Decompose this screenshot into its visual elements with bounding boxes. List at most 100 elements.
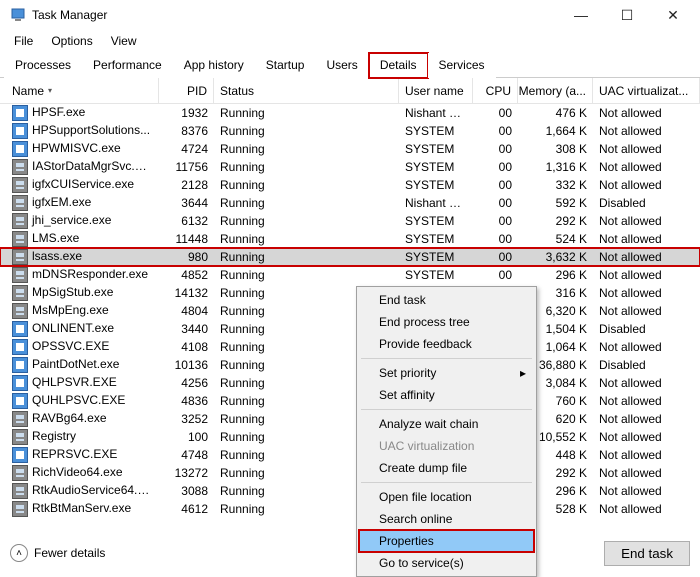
- titlebar[interactable]: Task Manager — ☐ ✕: [0, 0, 700, 30]
- process-icon: [12, 483, 28, 499]
- process-cpu: 00: [473, 178, 518, 192]
- ctx-feedback[interactable]: Provide feedback: [359, 333, 534, 355]
- process-pid: 11448: [159, 232, 214, 246]
- menu-options[interactable]: Options: [43, 32, 100, 50]
- table-row[interactable]: IAStorDataMgrSvc.exe11756RunningSYSTEM00…: [0, 158, 700, 176]
- tab-startup[interactable]: Startup: [255, 53, 316, 78]
- process-icon: [12, 501, 28, 517]
- process-status: Running: [214, 214, 399, 228]
- ctx-gotosvc[interactable]: Go to service(s): [359, 552, 534, 574]
- tab-services[interactable]: Services: [428, 53, 496, 78]
- process-user: SYSTEM: [399, 268, 473, 282]
- process-mem: 592 K: [518, 196, 593, 210]
- table-row[interactable]: ONLINENT.exe3440Running1,504 KDisabled: [0, 320, 700, 338]
- table-row[interactable]: OPSSVC.EXE4108Running1,064 KNot allowed: [0, 338, 700, 356]
- col-uac[interactable]: UAC virtualizat...: [593, 78, 700, 103]
- process-cpu: 00: [473, 106, 518, 120]
- col-pid[interactable]: PID: [159, 78, 214, 103]
- col-status[interactable]: Status: [214, 78, 399, 103]
- table-row[interactable]: QHLPSVR.EXE4256Running3,084 KNot allowed: [0, 374, 700, 392]
- table-row[interactable]: mDNSResponder.exe4852RunningSYSTEM00296 …: [0, 266, 700, 284]
- process-pid: 980: [159, 250, 214, 264]
- process-name: IAStorDataMgrSvc.exe: [32, 159, 154, 173]
- ctx-endtree[interactable]: End process tree: [359, 311, 534, 333]
- process-icon: [12, 195, 28, 211]
- table-row[interactable]: QUHLPSVC.EXE4836Running760 KNot allowed: [0, 392, 700, 410]
- process-pid: 3440: [159, 322, 214, 336]
- process-uac: Not allowed: [593, 142, 700, 156]
- table-row[interactable]: RAVBg64.exe3252Running620 KNot allowed: [0, 410, 700, 428]
- process-user: SYSTEM: [399, 178, 473, 192]
- maximize-button[interactable]: ☐: [604, 0, 650, 30]
- process-status: Running: [214, 196, 399, 210]
- table-row[interactable]: REPRSVC.EXE4748Running448 KNot allowed: [0, 446, 700, 464]
- ctx-affinity[interactable]: Set affinity: [359, 384, 534, 406]
- table-row[interactable]: RtkBtManServ.exe4612Running528 KNot allo…: [0, 500, 700, 518]
- process-pid: 3088: [159, 484, 214, 498]
- process-cpu: 00: [473, 232, 518, 246]
- table-row[interactable]: MpSigStub.exe14132Running316 KNot allowe…: [0, 284, 700, 302]
- ctx-dump[interactable]: Create dump file: [359, 457, 534, 479]
- menu-file[interactable]: File: [6, 32, 41, 50]
- tab-performance[interactable]: Performance: [82, 53, 173, 78]
- tab-details[interactable]: Details: [369, 53, 428, 78]
- table-row[interactable]: HPWMISVC.exe4724RunningSYSTEM00308 KNot …: [0, 140, 700, 158]
- process-uac: Disabled: [593, 196, 700, 210]
- process-pid: 3252: [159, 412, 214, 426]
- process-uac: Not allowed: [593, 232, 700, 246]
- process-pid: 11756: [159, 160, 214, 174]
- process-icon: [12, 303, 28, 319]
- table-row[interactable]: igfxCUIService.exe2128RunningSYSTEM00332…: [0, 176, 700, 194]
- table-row[interactable]: HPSF.exe1932RunningNishant G...00476 KNo…: [0, 104, 700, 122]
- table-row[interactable]: RichVideo64.exe13272Running292 KNot allo…: [0, 464, 700, 482]
- fewer-details-label: Fewer details: [34, 546, 105, 560]
- separator: [361, 358, 532, 359]
- table-row[interactable]: PaintDotNet.exe10136Running36,880 KDisab…: [0, 356, 700, 374]
- process-icon: [12, 357, 28, 373]
- minimize-button[interactable]: —: [558, 0, 604, 30]
- table-row[interactable]: jhi_service.exe6132RunningSYSTEM00292 KN…: [0, 212, 700, 230]
- col-name[interactable]: Name: [6, 78, 159, 103]
- close-button[interactable]: ✕: [650, 0, 696, 30]
- process-cpu: 00: [473, 250, 518, 264]
- col-user[interactable]: User name: [399, 78, 473, 103]
- ctx-analyze[interactable]: Analyze wait chain: [359, 413, 534, 435]
- process-status: Running: [214, 106, 399, 120]
- process-user: Nishant G...: [399, 106, 473, 120]
- tab-processes[interactable]: Processes: [4, 53, 82, 78]
- ctx-search[interactable]: Search online: [359, 508, 534, 530]
- end-task-button[interactable]: End task: [604, 541, 690, 566]
- process-icon: [12, 105, 28, 121]
- col-mem[interactable]: Memory (a...: [518, 78, 593, 103]
- process-name: RtkAudioService64.exe: [32, 483, 157, 497]
- tab-apphistory[interactable]: App history: [173, 53, 255, 78]
- process-uac: Not allowed: [593, 430, 700, 444]
- fewer-details-toggle[interactable]: ˄ Fewer details: [10, 544, 105, 562]
- table-row[interactable]: RtkAudioService64.exe3088Running296 KNot…: [0, 482, 700, 500]
- process-user: SYSTEM: [399, 232, 473, 246]
- process-pid: 100: [159, 430, 214, 444]
- table-row[interactable]: lsass.exe980RunningSYSTEM003,632 KNot al…: [0, 248, 700, 266]
- ctx-endtask[interactable]: End task: [359, 289, 534, 311]
- table-row[interactable]: LMS.exe11448RunningSYSTEM00524 KNot allo…: [0, 230, 700, 248]
- table-row[interactable]: HPSupportSolutions...8376RunningSYSTEM00…: [0, 122, 700, 140]
- process-pid: 4612: [159, 502, 214, 516]
- ctx-openloc[interactable]: Open file location: [359, 486, 534, 508]
- table-row[interactable]: MsMpEng.exe4804Running6,320 KNot allowed: [0, 302, 700, 320]
- process-status: Running: [214, 178, 399, 192]
- menu-view[interactable]: View: [103, 32, 145, 50]
- process-uac: Not allowed: [593, 484, 700, 498]
- process-uac: Not allowed: [593, 412, 700, 426]
- process-uac: Not allowed: [593, 250, 700, 264]
- ctx-properties[interactable]: Properties: [359, 530, 534, 552]
- tab-users[interactable]: Users: [315, 53, 368, 78]
- process-mem: 1,316 K: [518, 160, 593, 174]
- process-pid: 4836: [159, 394, 214, 408]
- col-cpu[interactable]: CPU: [473, 78, 518, 103]
- column-headers: Name PID Status User name CPU Memory (a.…: [0, 78, 700, 104]
- ctx-priority[interactable]: Set priority: [359, 362, 534, 384]
- table-row[interactable]: igfxEM.exe3644RunningNishant G...00592 K…: [0, 194, 700, 212]
- process-icon: [12, 321, 28, 337]
- separator: [361, 482, 532, 483]
- table-row[interactable]: Registry100Running10,552 KNot allowed: [0, 428, 700, 446]
